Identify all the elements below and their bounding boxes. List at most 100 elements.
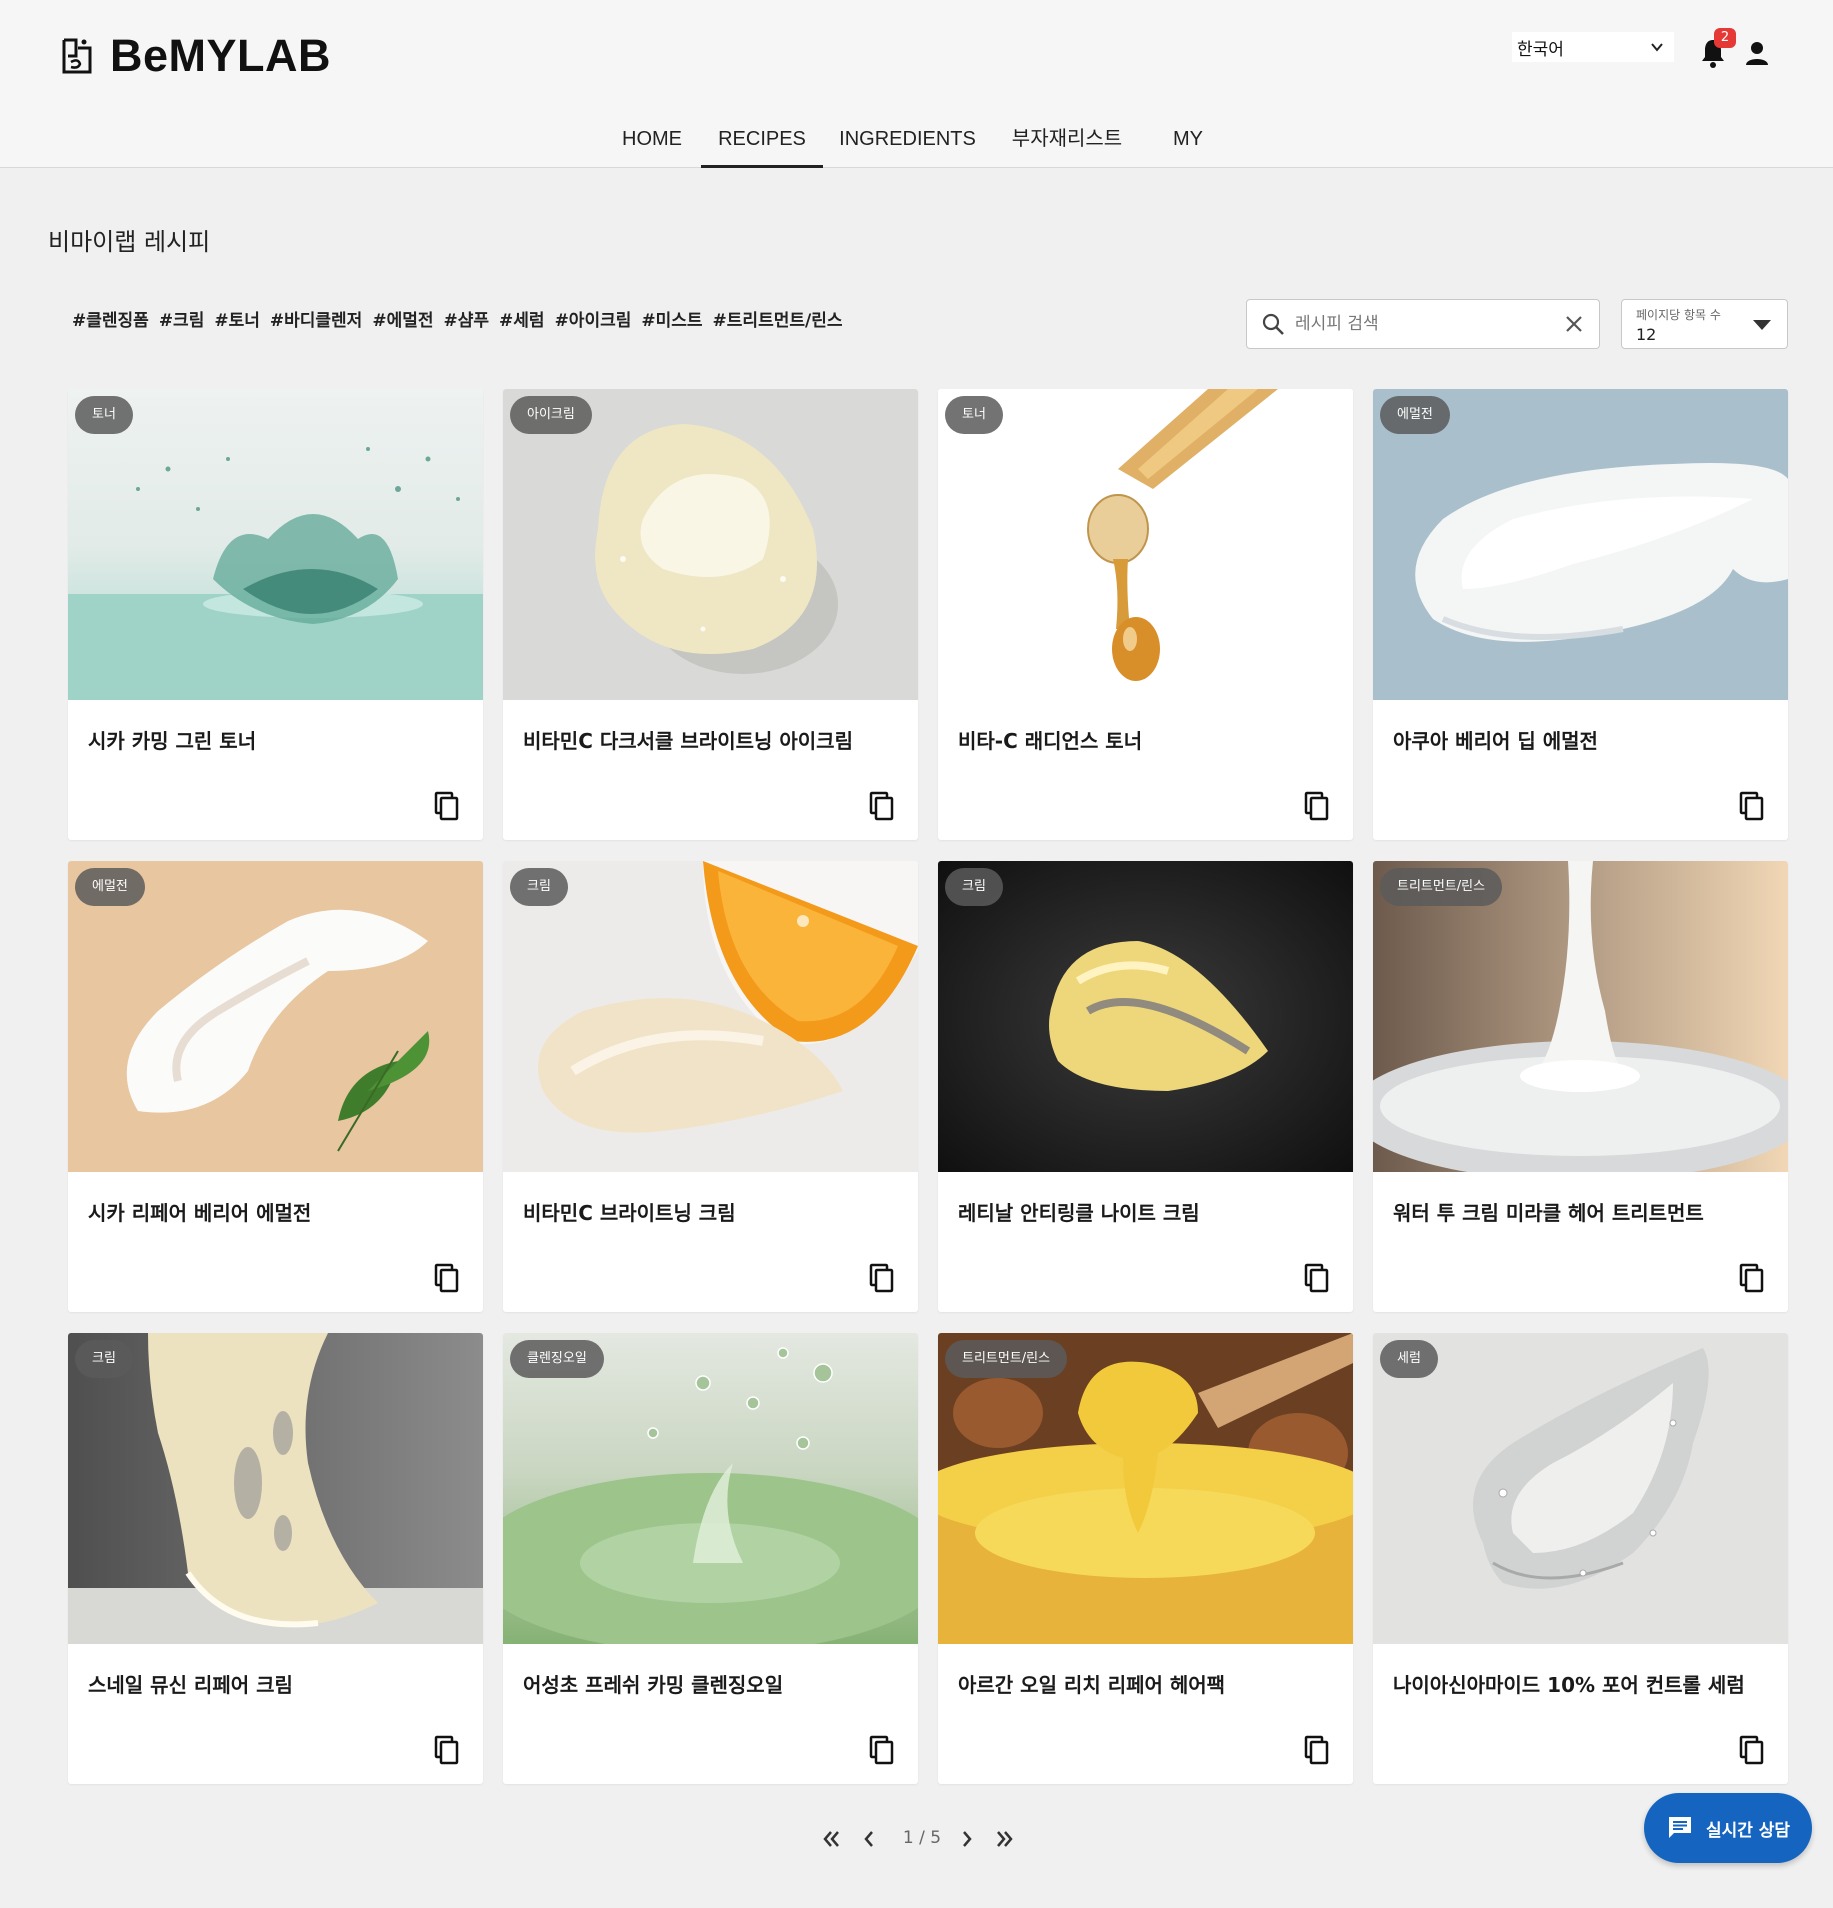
recipe-image: 세럼 — [1373, 1333, 1788, 1644]
recipe-title: 어성초 프레쉬 카밍 클렌징오일 — [523, 1673, 784, 1697]
recipe-title: 시카 리페어 베리어 에멀전 — [88, 1201, 312, 1225]
search-input[interactable] — [1295, 314, 1563, 334]
copy-icon[interactable] — [866, 790, 898, 822]
logo-icon — [62, 38, 92, 74]
recipe-card[interactable]: 아이크림 비타민C 다크서클 브라이트닝 아이크림 — [503, 389, 918, 840]
tag-item[interactable]: #세럼 — [499, 306, 545, 331]
recipe-grid: 토너 시카 카밍 그린 토너 아이크림 비타민C 다크서클 브라이트닝 아이크림 — [68, 389, 1788, 1784]
logo[interactable]: BeMYLAB — [60, 30, 331, 82]
close-icon[interactable] — [1563, 313, 1585, 335]
recipe-image: 트리트먼트/린스 — [1373, 861, 1788, 1172]
category-chip: 트리트먼트/린스 — [1380, 868, 1503, 906]
chat-icon — [1668, 1817, 1691, 1838]
recipe-card[interactable]: 크림 비타민C 브라이트닝 크림 — [503, 861, 918, 1312]
category-chip: 크림 — [945, 868, 1003, 906]
recipe-title: 시카 카밍 그린 토너 — [88, 729, 257, 753]
prev-page-icon[interactable] — [854, 1824, 884, 1854]
tag-item[interactable]: #샴푸 — [444, 306, 490, 331]
tag-item[interactable]: #바디클렌저 — [270, 306, 362, 331]
nav-recipes[interactable]: RECIPES — [701, 122, 823, 168]
recipe-image: 아이크림 — [503, 389, 918, 700]
recipe-title: 비타민C 다크서클 브라이트닝 아이크림 — [523, 729, 853, 753]
copy-icon[interactable] — [1301, 1734, 1333, 1766]
caret-down-icon — [1753, 320, 1771, 330]
copy-icon[interactable] — [1736, 1734, 1768, 1766]
copy-icon[interactable] — [1736, 790, 1768, 822]
items-per-page-select[interactable]: 페이지당 항목 수 12 — [1621, 299, 1788, 349]
category-chip: 에멀전 — [1380, 396, 1450, 434]
copy-icon[interactable] — [1301, 790, 1333, 822]
page-title: 비마이랩 레시피 — [48, 228, 211, 256]
tag-item[interactable]: #클렌징폼 — [72, 306, 149, 331]
recipe-card[interactable]: 토너 비타-C 래디언스 토너 — [938, 389, 1353, 840]
recipe-image: 토너 — [938, 389, 1353, 700]
recipe-card[interactable]: 세럼 나이아신아마이드 10% 포어 컨트롤 세럼 — [1373, 1333, 1788, 1784]
category-chip: 아이크림 — [510, 396, 592, 434]
copy-icon[interactable] — [866, 1262, 898, 1294]
tag-item[interactable]: #미스트 — [641, 306, 702, 331]
next-page-icon[interactable] — [952, 1824, 982, 1854]
nav-home[interactable]: HOME — [612, 122, 692, 168]
recipe-title: 워터 투 크림 미라클 헤어 트리트먼트 — [1393, 1201, 1704, 1225]
notification-badge: 2 — [1714, 28, 1736, 48]
language-select[interactable]: 한국어 — [1512, 32, 1674, 62]
user-icon[interactable] — [1743, 39, 1771, 67]
copy-icon[interactable] — [431, 1734, 463, 1766]
category-chip: 토너 — [945, 396, 1003, 434]
recipe-image: 토너 — [68, 389, 483, 700]
recipe-image: 에멀전 — [1373, 389, 1788, 700]
last-page-icon[interactable] — [990, 1824, 1020, 1854]
recipe-card[interactable]: 클렌징오일 어성초 프레쉬 카밍 클렌징오일 — [503, 1333, 918, 1784]
nav-my[interactable]: MY — [1158, 122, 1218, 168]
logo-text: BeMYLAB — [110, 30, 332, 81]
page-indicator: 1 / 5 — [902, 1828, 942, 1848]
category-chip: 트리트먼트/린스 — [945, 1340, 1068, 1378]
category-chip: 클렌징오일 — [510, 1340, 604, 1378]
chevron-down-icon — [1651, 43, 1663, 52]
recipe-title: 비타민C 브라이트닝 크림 — [523, 1201, 736, 1225]
category-chip: 세럼 — [1380, 1340, 1438, 1378]
category-chip: 토너 — [75, 396, 133, 434]
recipe-title: 아쿠아 베리어 딥 에멀전 — [1393, 729, 1598, 753]
recipe-title: 비타-C 래디언스 토너 — [958, 729, 1143, 753]
recipe-card[interactable]: 에멀전 시카 리페어 베리어 에멀전 — [68, 861, 483, 1312]
recipe-image: 트리트먼트/린스 — [938, 1333, 1353, 1644]
language-value: 한국어 — [1517, 39, 1564, 60]
header: BeMYLAB 한국어 2 HOME RECIPES INGREDIENTS 부… — [0, 0, 1833, 168]
recipe-title: 나이아신아마이드 10% 포어 컨트롤 세럼 — [1393, 1673, 1745, 1697]
recipe-image: 크림 — [68, 1333, 483, 1644]
recipe-title: 아르간 오일 리치 리페어 헤어팩 — [958, 1673, 1226, 1697]
tag-item[interactable]: #에멀전 — [372, 306, 433, 331]
first-page-icon[interactable] — [816, 1824, 846, 1854]
copy-icon[interactable] — [431, 1262, 463, 1294]
recipe-card[interactable]: 에멀전 아쿠아 베리어 딥 에멀전 — [1373, 389, 1788, 840]
copy-icon[interactable] — [1736, 1262, 1768, 1294]
tag-item[interactable]: #토너 — [214, 306, 260, 331]
recipe-image: 클렌징오일 — [503, 1333, 918, 1644]
main-nav: HOME RECIPES INGREDIENTS 부자재리스트 MY — [0, 122, 1833, 168]
recipe-image: 에멀전 — [68, 861, 483, 1172]
tag-list: #클렌징폼 #크림 #토너 #바디클렌저 #에멀전 #샴푸 #세럼 #아이크림 … — [72, 306, 842, 331]
tag-item[interactable]: #크림 — [159, 306, 205, 331]
recipe-card[interactable]: 크림 스네일 뮤신 리페어 크림 — [68, 1333, 483, 1784]
category-chip: 크림 — [510, 868, 568, 906]
copy-icon[interactable] — [1301, 1262, 1333, 1294]
tag-item[interactable]: #아이크림 — [555, 306, 632, 331]
live-chat-button[interactable]: 실시간 상담 — [1644, 1793, 1812, 1863]
nav-materials[interactable]: 부자재리스트 — [1002, 122, 1132, 168]
recipe-search — [1246, 299, 1600, 349]
recipe-title: 스네일 뮤신 리페어 크림 — [88, 1673, 293, 1697]
recipe-card[interactable]: 트리트먼트/린스 워터 투 크림 미라클 헤어 트리트먼트 — [1373, 861, 1788, 1312]
live-chat-label: 실시간 상담 — [1705, 1820, 1791, 1841]
nav-ingredients[interactable]: INGREDIENTS — [835, 122, 980, 168]
recipe-image: 크림 — [938, 861, 1353, 1172]
recipe-card[interactable]: 토너 시카 카밍 그린 토너 — [68, 389, 483, 840]
recipe-card[interactable]: 크림 레티날 안티링클 나이트 크림 — [938, 861, 1353, 1312]
tag-item[interactable]: #트리트먼트/린스 — [713, 306, 843, 331]
recipe-title: 레티날 안티링클 나이트 크림 — [958, 1201, 1200, 1225]
copy-icon[interactable] — [866, 1734, 898, 1766]
copy-icon[interactable] — [431, 790, 463, 822]
search-icon — [1262, 313, 1284, 335]
recipe-image: 크림 — [503, 861, 918, 1172]
recipe-card[interactable]: 트리트먼트/린스 아르간 오일 리치 리페어 헤어팩 — [938, 1333, 1353, 1784]
